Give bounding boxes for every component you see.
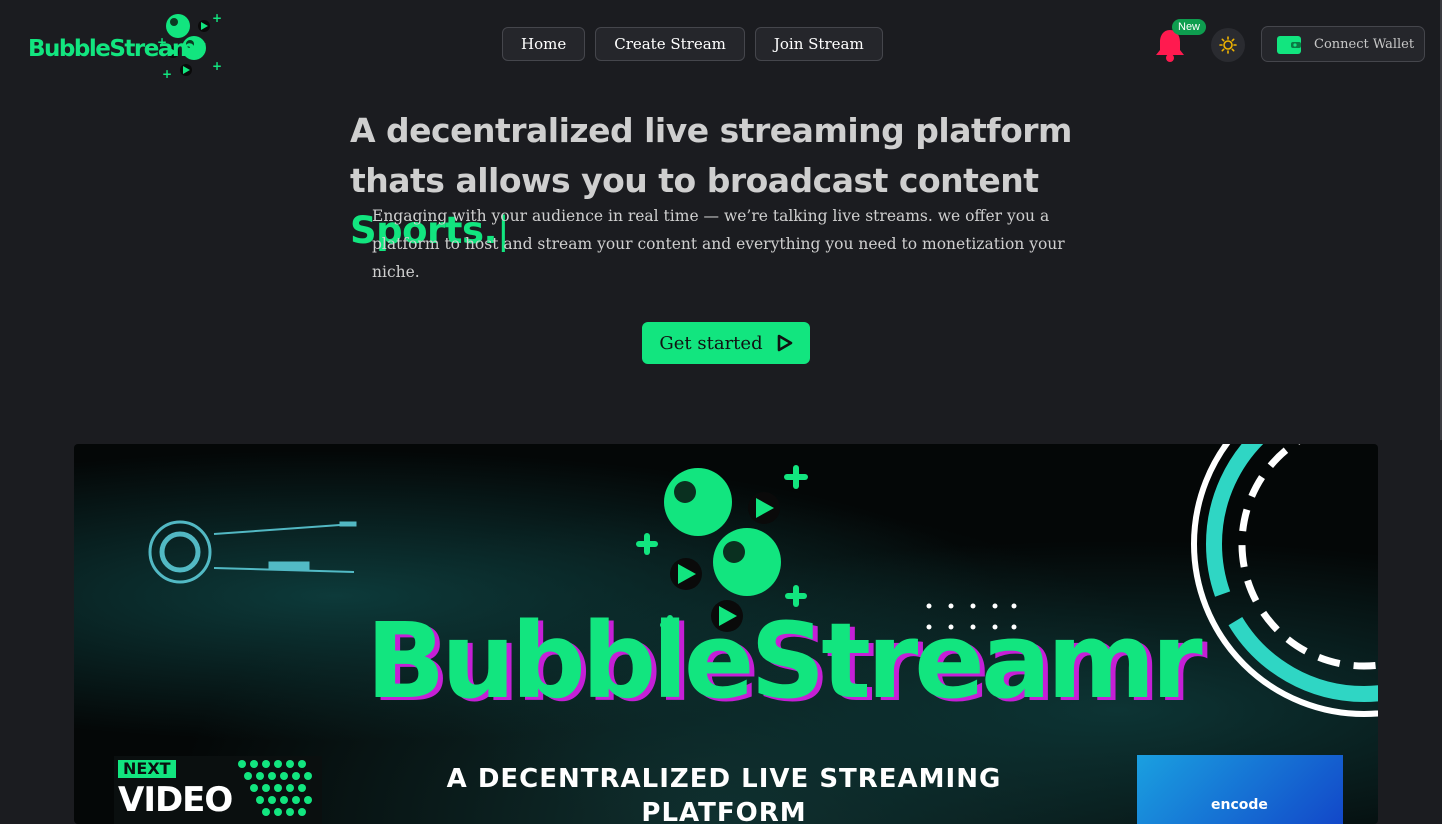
nav-create-stream-button[interactable]: Create Stream bbox=[595, 27, 745, 61]
nav-join-stream-button[interactable]: Join Stream bbox=[754, 27, 883, 61]
hero-banner-image: BubbleStreamr A DECENTRALIZED LIVE STREA… bbox=[74, 444, 1378, 824]
wallet-icon bbox=[1277, 36, 1301, 54]
get-started-label: Get started bbox=[659, 332, 763, 354]
connect-wallet-label: Connect Wallet bbox=[1314, 36, 1415, 52]
main-nav: Home Create Stream Join Stream bbox=[502, 27, 883, 61]
banner-brand-wordmark: BubbleStreamr bbox=[366, 600, 1203, 722]
next-label: NEXT bbox=[118, 760, 176, 778]
new-badge: New bbox=[1172, 19, 1207, 35]
connect-wallet-button[interactable]: Connect Wallet bbox=[1261, 26, 1425, 62]
svg-text:+: + bbox=[162, 67, 172, 80]
nav-home-button[interactable]: Home bbox=[502, 27, 586, 61]
encode-card: encode bbox=[1137, 755, 1343, 824]
svg-text:+: + bbox=[212, 59, 222, 73]
theme-toggle-button[interactable] bbox=[1211, 28, 1245, 62]
halftone-pattern bbox=[238, 760, 312, 816]
play-icon bbox=[777, 334, 792, 352]
ring-graphic bbox=[1191, 444, 1378, 717]
get-started-button[interactable]: Get started bbox=[642, 322, 810, 364]
next-video-card: NEXT VIDEO bbox=[114, 756, 322, 824]
logo-text: BubbleStreamr bbox=[28, 36, 206, 62]
svg-text:+: + bbox=[212, 12, 222, 25]
sun-icon bbox=[1219, 36, 1237, 54]
hero-description: Engaging with your audience in real time… bbox=[372, 207, 1065, 281]
hud-target-icon bbox=[148, 520, 357, 584]
encode-label: encode bbox=[1211, 797, 1268, 813]
hero-title-text: A decentralized live streaming platform … bbox=[350, 111, 1072, 200]
logo[interactable]: + + + + BubbleStreamr bbox=[26, 12, 226, 80]
